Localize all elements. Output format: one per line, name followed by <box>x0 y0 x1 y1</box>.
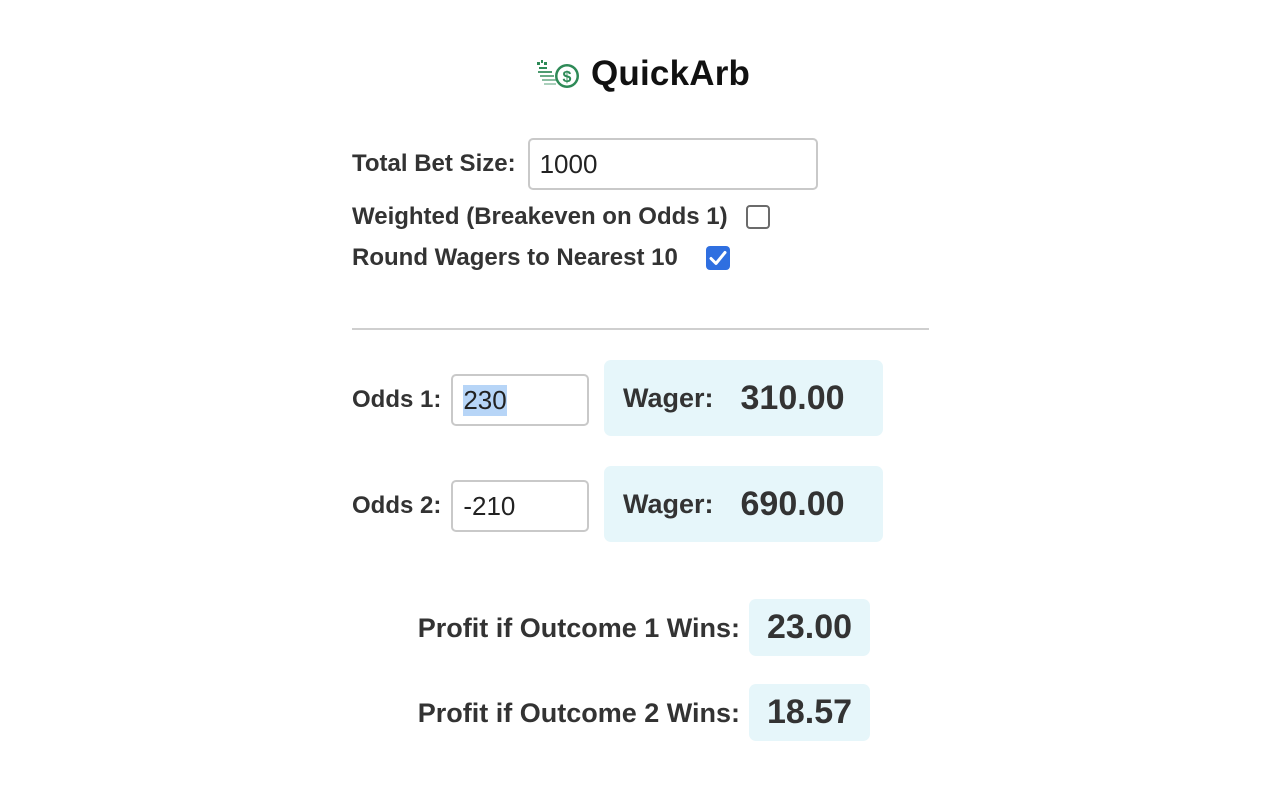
quickarb-app: $ QuickArb Total Bet Size: Weighted (Bre… <box>0 0 1280 800</box>
wager-2-box: Wager: 690.00 <box>604 466 883 542</box>
total-bet-label: Total Bet Size: <box>352 150 516 177</box>
odds-1-row: Odds 1: 230 <box>352 374 590 426</box>
wager-1-box: Wager: 310.00 <box>604 360 883 436</box>
checkmark-icon <box>709 251 727 265</box>
section-divider <box>352 328 929 330</box>
app-title: QuickArb <box>591 54 751 93</box>
total-bet-input[interactable] <box>527 138 818 190</box>
wager-2-value: 690.00 <box>740 484 845 523</box>
app-header: $ QuickArb <box>535 52 750 96</box>
round-checkbox[interactable] <box>705 246 730 270</box>
money-coin-icon: $ <box>537 60 579 88</box>
round-row: Round Wagers to Nearest 10 <box>352 244 730 272</box>
odds-2-label: Odds 2: <box>352 492 442 519</box>
svg-text:$: $ <box>563 69 572 86</box>
odds-1-input[interactable]: 230 <box>451 374 590 426</box>
total-bet-row: Total Bet Size: <box>352 138 818 190</box>
wager-1-label: Wager: <box>623 382 714 413</box>
profit-2-label: Profit if Outcome 2 Wins: <box>417 698 740 728</box>
profit-1-label: Profit if Outcome 1 Wins: <box>417 613 740 643</box>
wager-2-label: Wager: <box>623 488 714 519</box>
weighted-row: Weighted (Breakeven on Odds 1) <box>352 203 770 231</box>
odds-1-value: 230 <box>463 384 507 416</box>
round-label: Round Wagers to Nearest 10 <box>352 244 678 271</box>
odds-2-input[interactable] <box>451 480 590 532</box>
weighted-label: Weighted (Breakeven on Odds 1) <box>352 203 728 230</box>
weighted-checkbox[interactable] <box>745 205 770 229</box>
odds-2-row: Odds 2: <box>352 480 590 532</box>
profit-2-value: 18.57 <box>749 684 870 741</box>
profit-1-value: 23.00 <box>749 599 870 656</box>
odds-1-label: Odds 1: <box>352 386 442 413</box>
wager-1-value: 310.00 <box>740 378 845 417</box>
